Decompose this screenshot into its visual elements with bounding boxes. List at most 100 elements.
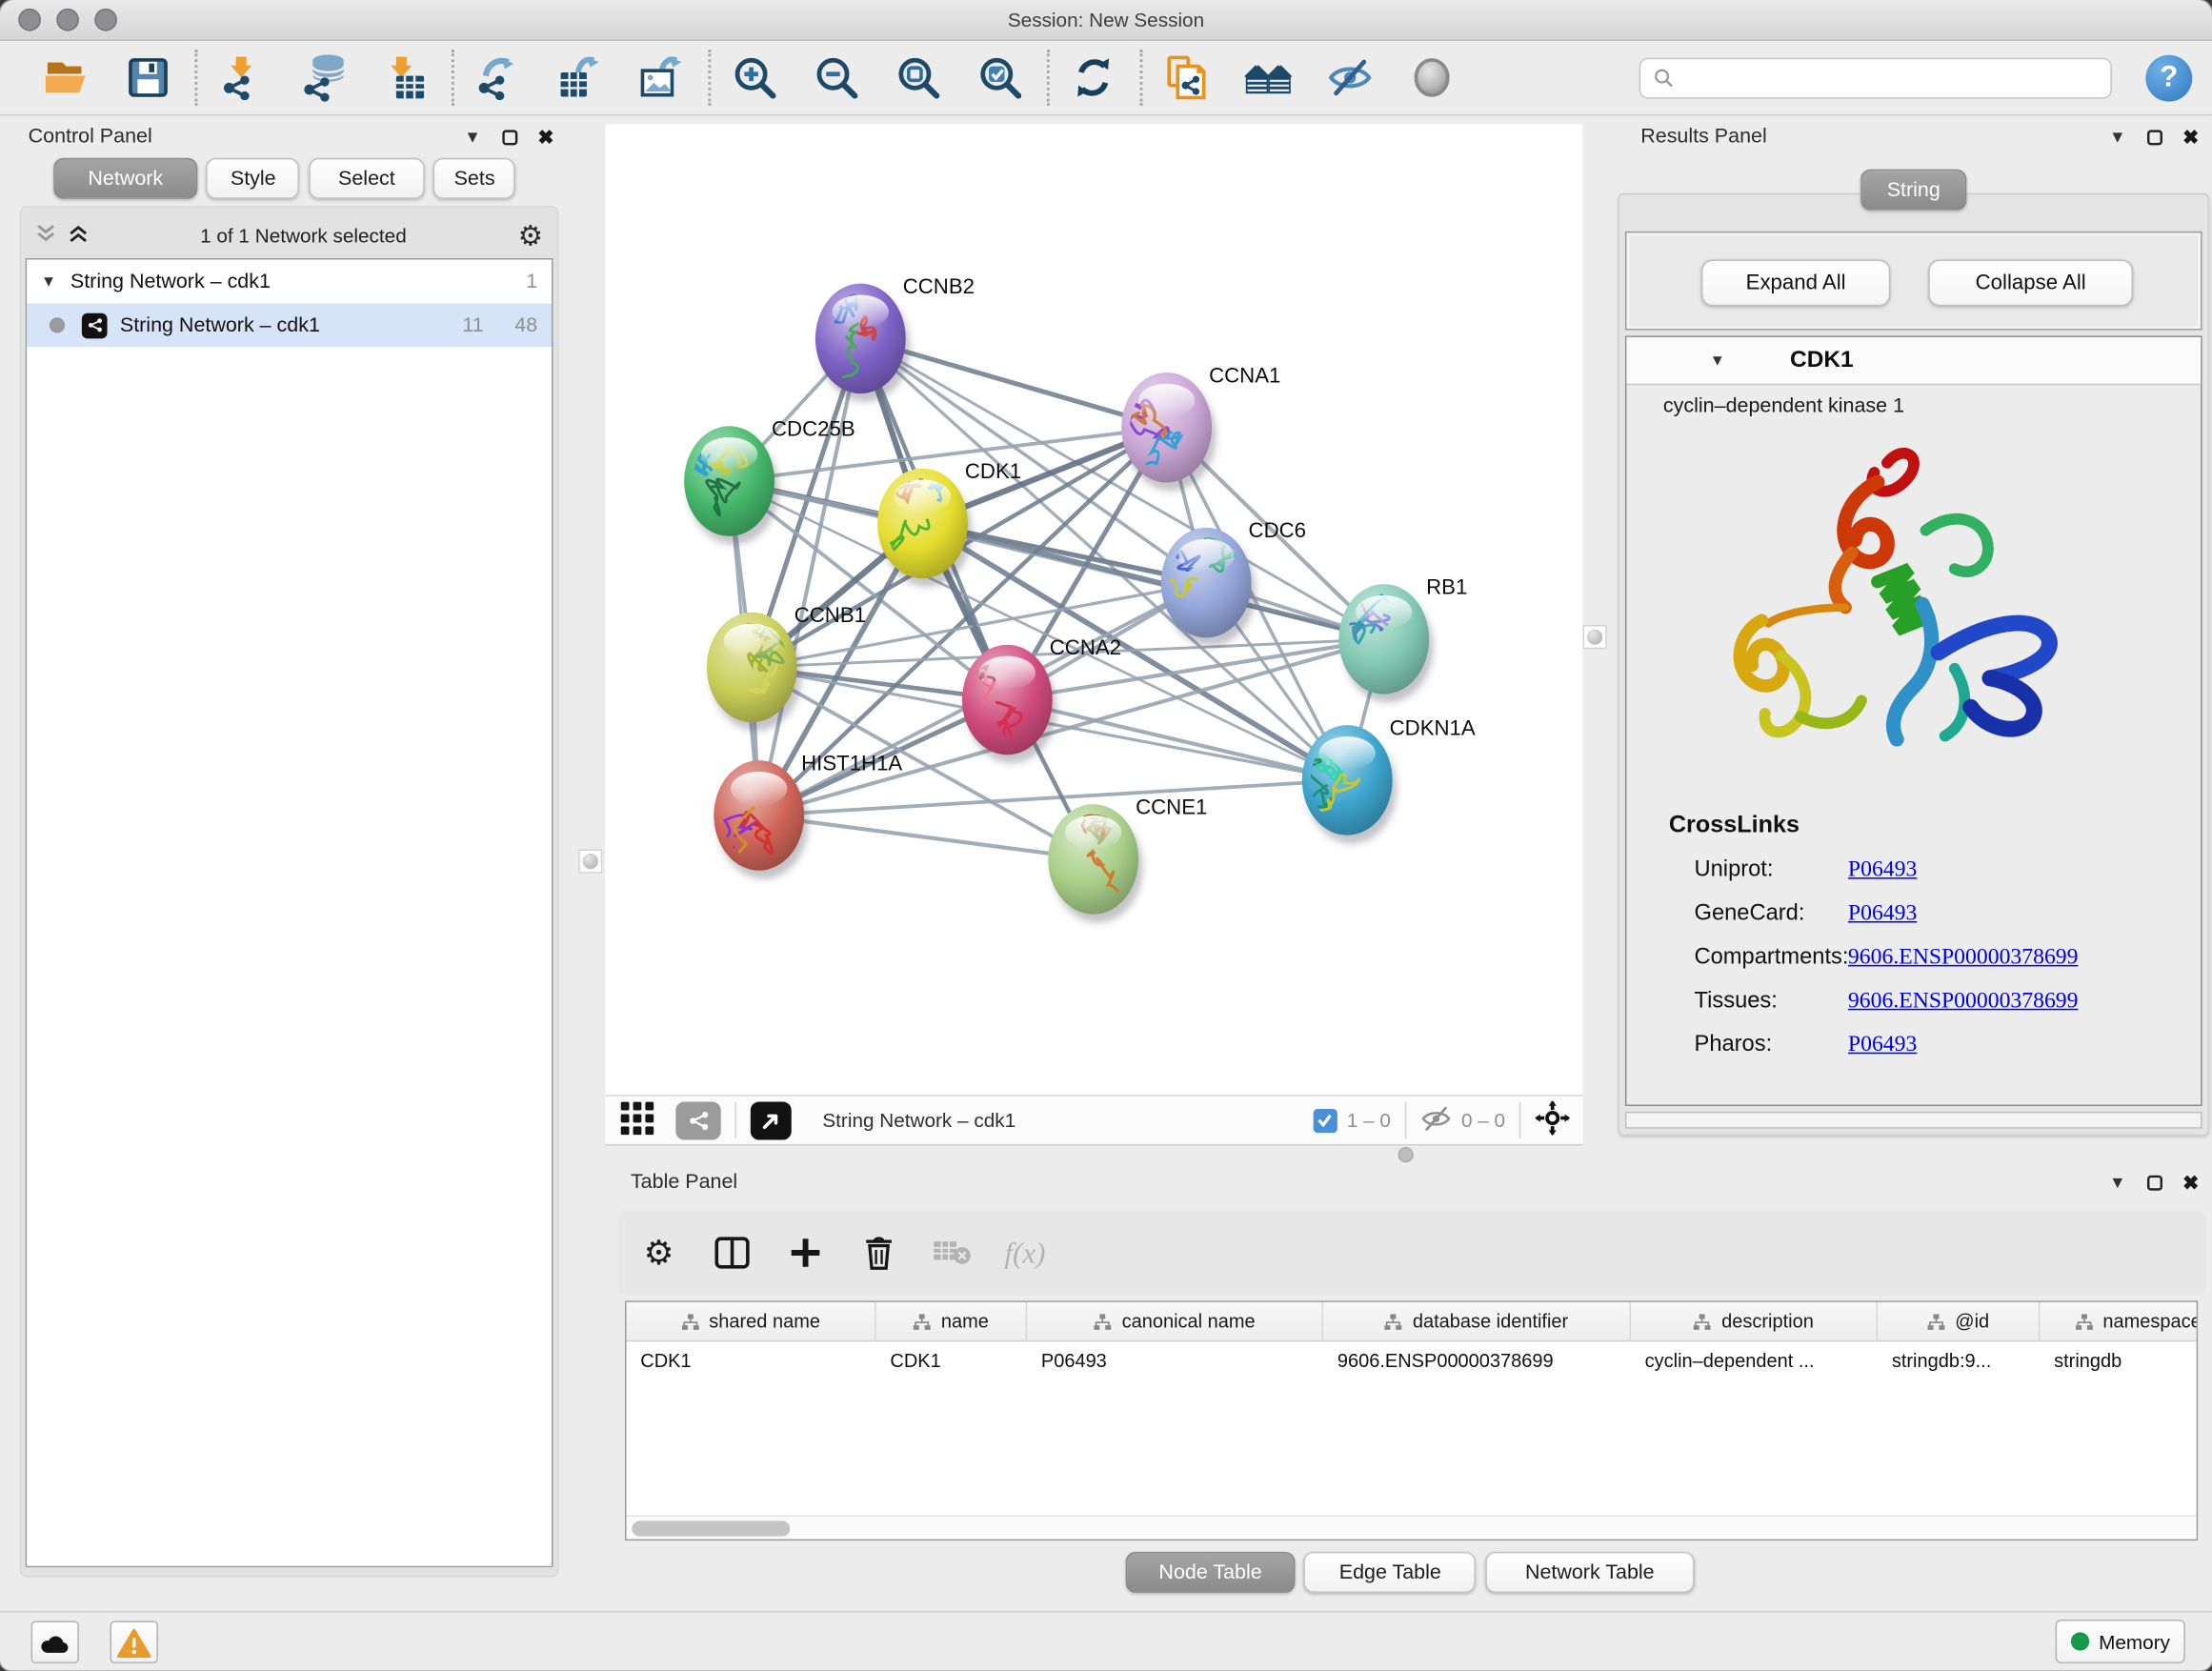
tab-style[interactable]: Style [207, 158, 300, 199]
open-session-icon[interactable] [42, 50, 90, 104]
tab-node-table[interactable]: Node Table [1126, 1552, 1296, 1593]
crosslink-label: Uniprot: [1669, 857, 1848, 883]
help-icon[interactable]: ? [2145, 54, 2192, 101]
column-header[interactable]: name [876, 1302, 1027, 1340]
network-collection-row[interactable]: ▼ String Network – cdk1 1 [27, 259, 552, 303]
column-header[interactable]: description [1631, 1302, 1878, 1340]
eye-slash-icon[interactable] [1326, 50, 1374, 104]
fit-content-crosshair-icon[interactable] [1535, 1100, 1570, 1139]
network-edge[interactable] [1007, 700, 1347, 780]
search-field[interactable] [1639, 57, 2112, 98]
column-header[interactable]: canonical name [1027, 1302, 1323, 1340]
network-node-CCNB2[interactable] [815, 284, 910, 402]
network-canvas[interactable]: CCNB2CCNA1CDC25BCDK1CDC6RB1CCNB1CCNA2CDK… [605, 124, 1582, 1095]
network-node-CDKN1A[interactable] [1302, 725, 1397, 843]
panel-float-icon[interactable] [2136, 127, 2173, 147]
search-input[interactable] [1683, 67, 2098, 90]
expand-all-icon[interactable] [68, 223, 89, 249]
zoom-in-icon[interactable] [731, 50, 778, 104]
network-node-CCNA1[interactable] [1121, 372, 1216, 491]
import-table-icon[interactable] [381, 50, 429, 104]
selected-checkbox-icon[interactable] [1313, 1108, 1337, 1132]
network-node-CCNB1[interactable] [707, 613, 801, 731]
panel-collapse-icon[interactable]: ▼ [454, 127, 492, 147]
disclosure-triangle-icon[interactable]: ▼ [41, 273, 56, 291]
column-header[interactable]: shared name [627, 1302, 876, 1340]
gear-icon[interactable]: ⚙ [637, 1232, 679, 1274]
table-hscrollbar[interactable] [627, 1515, 2197, 1539]
crosslink-link[interactable]: 9606.ENSP00000378699 [1848, 944, 2079, 970]
network-selection-status: 1 of 1 Network selected [89, 224, 517, 247]
tab-network-table[interactable]: Network Table [1485, 1552, 1694, 1593]
refresh-icon[interactable] [1069, 50, 1116, 104]
tab-select[interactable]: Select [309, 158, 424, 199]
network-node-CDK1[interactable] [877, 462, 972, 587]
column-header[interactable]: @id [1878, 1302, 2040, 1340]
import-database-icon[interactable] [299, 50, 347, 104]
table-cell: stringdb:9... [1878, 1341, 2040, 1379]
results-scroll-strip[interactable] [1625, 1112, 2202, 1129]
eye-icon[interactable] [1408, 50, 1456, 104]
copy-share-icon[interactable] [1162, 50, 1210, 104]
network-svg: CCNB2CCNA1CDC25BCDK1CDC6RB1CCNB1CCNA2CDK… [605, 124, 1582, 1095]
hidden-eye-slash-icon[interactable] [1420, 1104, 1452, 1137]
tab-string[interactable]: String [1860, 170, 1966, 211]
grid-view-icon[interactable] [619, 1099, 656, 1140]
import-network-icon[interactable] [217, 50, 265, 104]
crosslink-link[interactable]: P06493 [1848, 1032, 1917, 1057]
panel-close-icon[interactable]: ✖ [2173, 1170, 2210, 1194]
gear-icon[interactable]: ⚙ [518, 218, 544, 253]
add-column-icon[interactable] [784, 1232, 826, 1274]
collapse-all-button[interactable]: Collapse All [1928, 259, 2133, 306]
network-edge[interactable] [759, 815, 1094, 859]
hscrollbar-thumb[interactable] [632, 1520, 790, 1536]
export-network-icon[interactable] [474, 50, 522, 104]
table-row[interactable]: CDK1CDK1P064939606.ENSP00000378699cyclin… [627, 1341, 2197, 1379]
export-image-icon[interactable] [637, 50, 685, 104]
network-view-share-icon[interactable] [675, 1101, 720, 1139]
export-table-icon[interactable] [555, 50, 603, 104]
tab-sets[interactable]: Sets [433, 158, 515, 199]
node-label-CDK1: CDK1 [965, 459, 1021, 483]
panel-close-icon[interactable]: ✖ [2173, 125, 2210, 149]
crosslink-link[interactable]: 9606.ENSP00000378699 [1848, 988, 2079, 1014]
zoom-fit-icon[interactable] [895, 50, 942, 104]
cloud-icon[interactable] [31, 1621, 79, 1663]
left-splitter-handle[interactable] [578, 849, 602, 873]
protein-header-row[interactable]: ▼ CDK1 [1626, 337, 2201, 385]
zoom-out-icon[interactable] [813, 50, 860, 104]
columns-icon[interactable] [711, 1232, 753, 1274]
right-splitter-handle[interactable] [1583, 625, 1607, 649]
memory-button[interactable]: Memory [2056, 1620, 2185, 1663]
birdseye-view-icon[interactable] [751, 1101, 792, 1139]
network-row-selected[interactable]: String Network – cdk1 11 48 [27, 303, 552, 347]
network-edge[interactable] [759, 780, 1348, 815]
column-header[interactable]: database identifier [1323, 1302, 1631, 1340]
delete-table-icon[interactable] [931, 1232, 973, 1274]
panel-float-icon[interactable] [2136, 1173, 2173, 1193]
horizontal-splitter-handle[interactable] [1398, 1147, 1414, 1162]
column-header[interactable]: namespace [2040, 1302, 2198, 1340]
tab-edge-table[interactable]: Edge Table [1304, 1552, 1477, 1593]
panel-collapse-icon[interactable]: ▼ [2100, 127, 2137, 147]
crosslink-label: Tissues: [1669, 988, 1848, 1014]
network-node-CCNE1[interactable] [1048, 804, 1142, 922]
tab-network[interactable]: Network [53, 158, 197, 199]
expand-all-button[interactable]: Expand All [1701, 259, 1890, 306]
save-session-icon[interactable] [124, 50, 171, 104]
network-edge[interactable] [759, 338, 861, 815]
string-home-icon[interactable] [1244, 50, 1292, 104]
panel-close-icon[interactable]: ✖ [528, 125, 565, 149]
panel-collapse-icon[interactable]: ▼ [2100, 1173, 2137, 1193]
table-cell: 9606.ENSP00000378699 [1323, 1341, 1631, 1379]
crosslink-row: Pharos:P06493 [1669, 1023, 2079, 1067]
collapse-all-icon[interactable] [35, 223, 56, 249]
zoom-selected-icon[interactable] [976, 50, 1024, 104]
disclosure-triangle-icon[interactable]: ▼ [1710, 352, 1725, 369]
panel-float-icon[interactable] [491, 127, 528, 147]
crosslink-link[interactable]: P06493 [1848, 901, 1917, 927]
crosslink-link[interactable]: P06493 [1848, 857, 1917, 883]
warning-icon[interactable] [111, 1621, 158, 1663]
function-builder-icon[interactable]: f(x) [1004, 1235, 1045, 1270]
delete-trash-icon[interactable] [857, 1232, 899, 1274]
